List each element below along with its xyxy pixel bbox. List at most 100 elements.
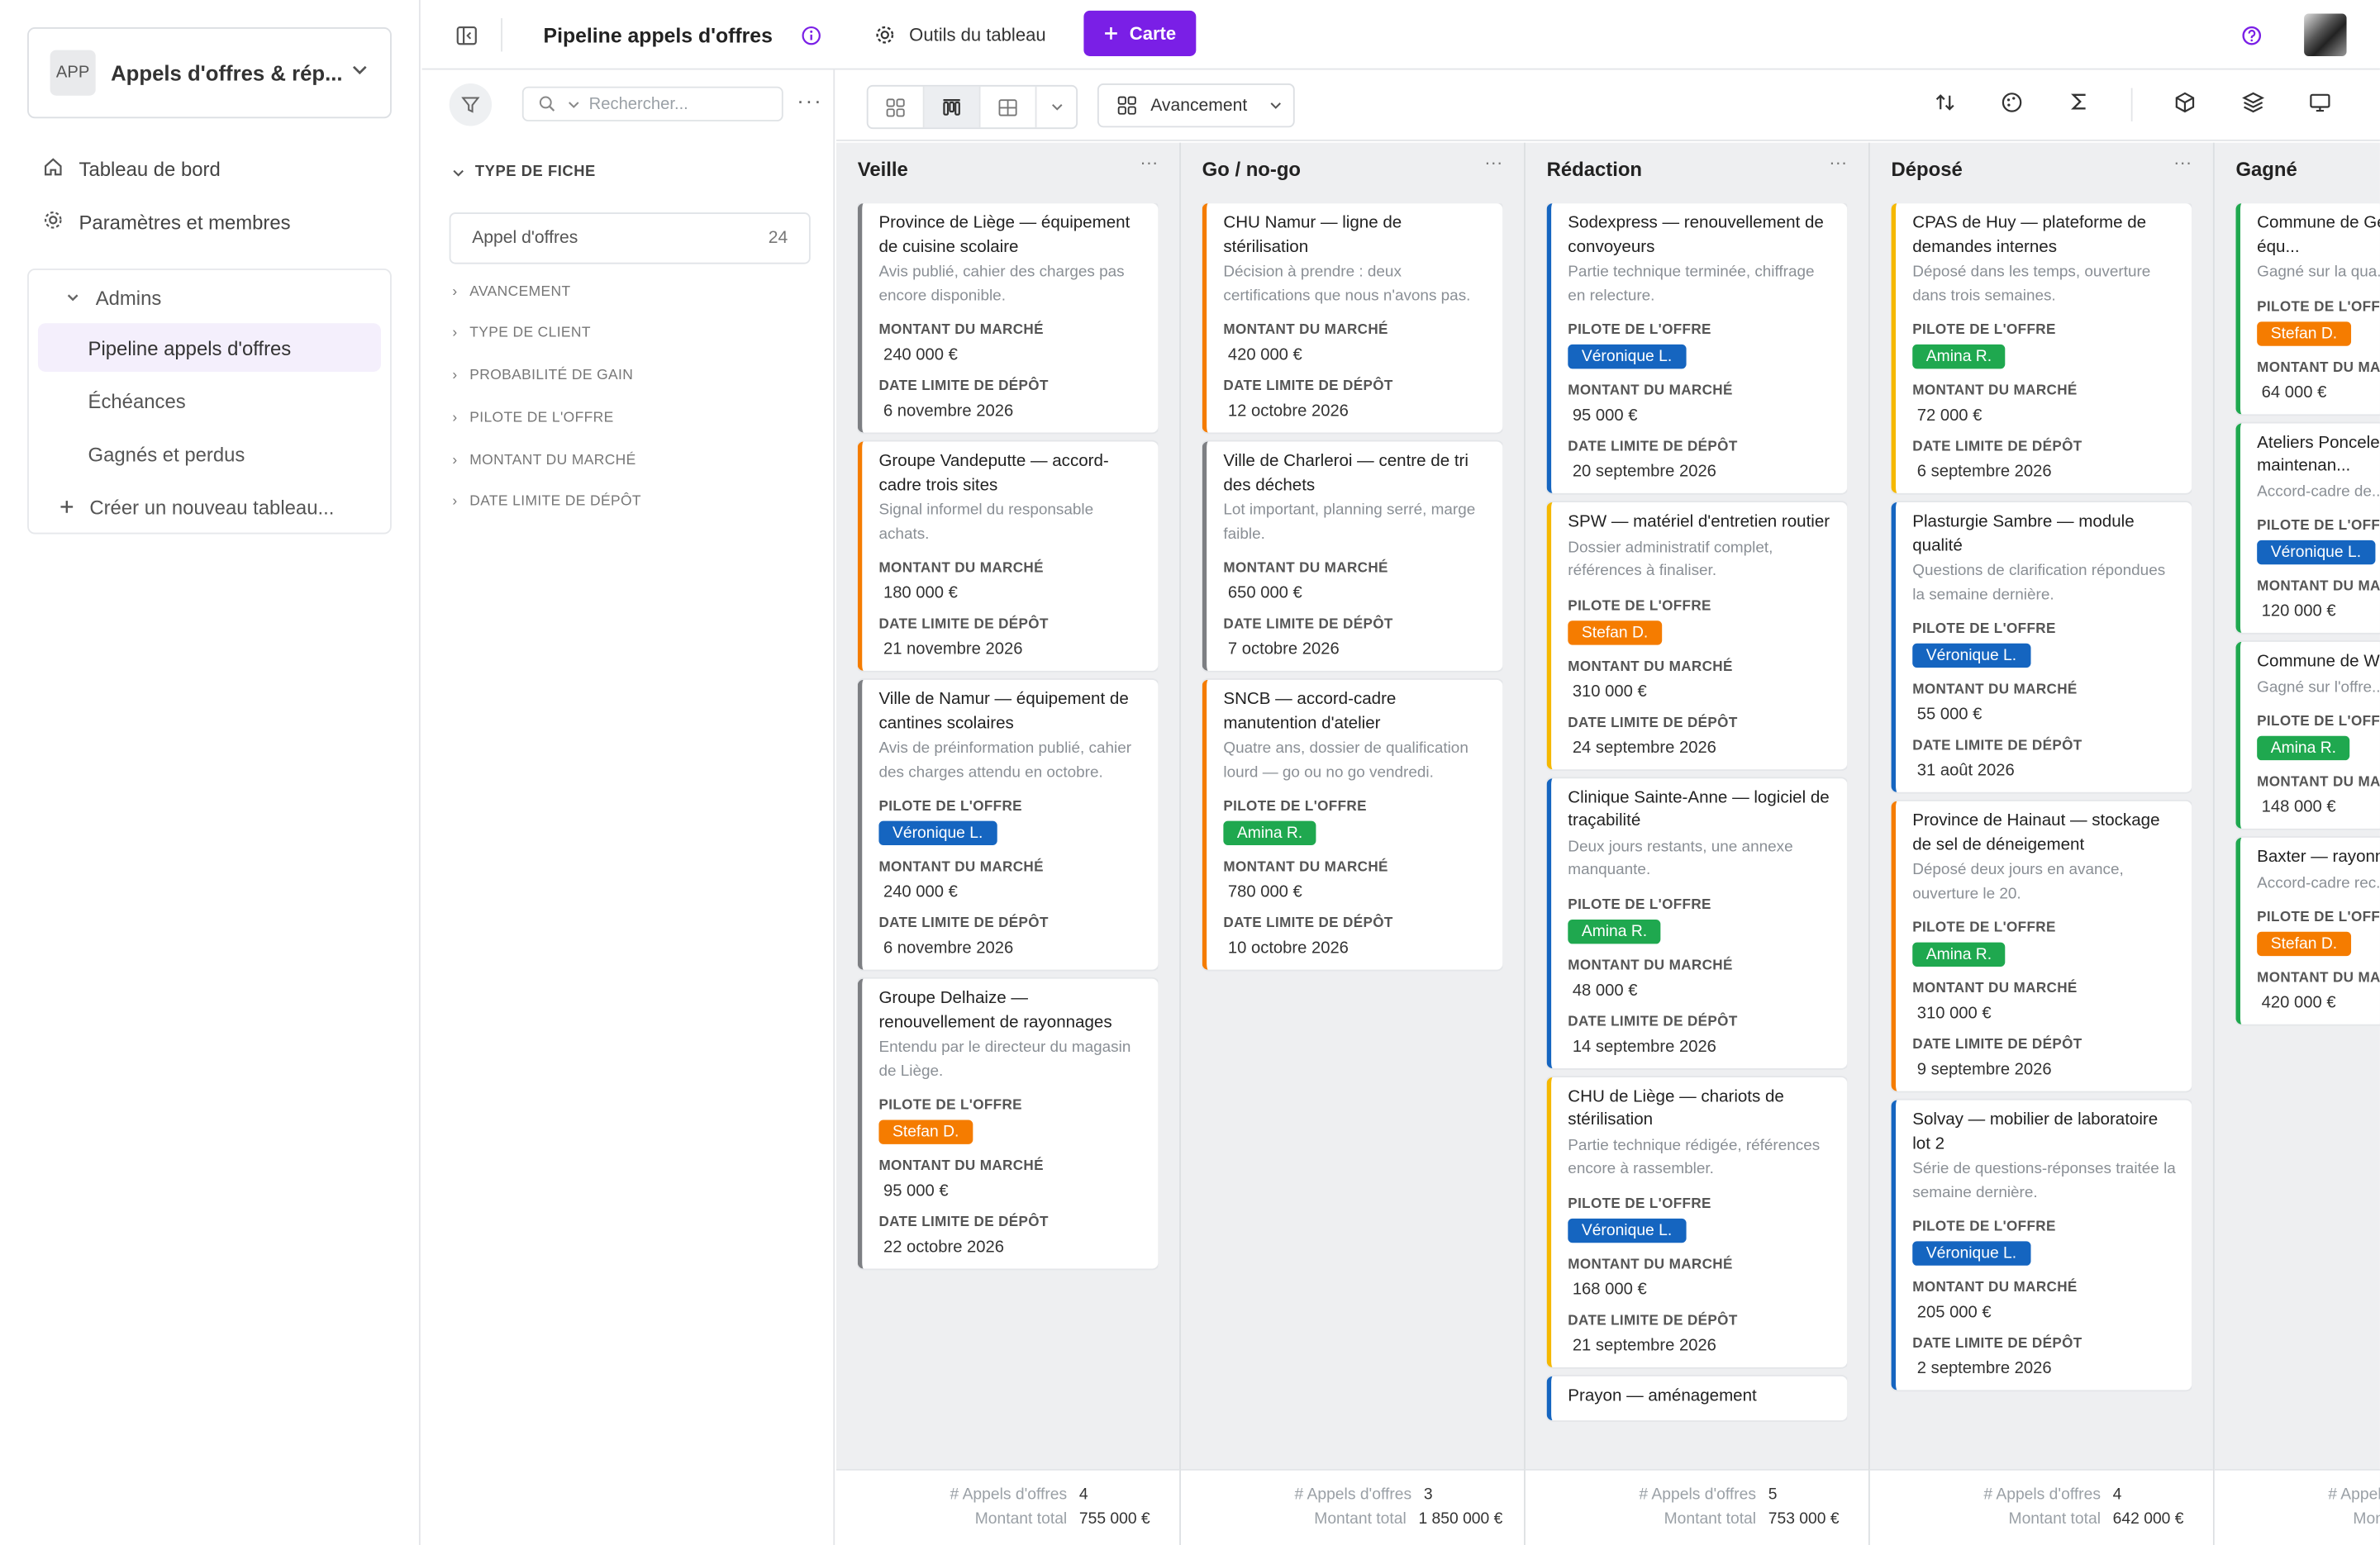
filter-group-avancement[interactable]: › AVANCEMENT	[452, 283, 570, 300]
card-description: Deux jours restants, une annexe manquant…	[1568, 838, 1793, 879]
kanban-card[interactable]: Province de Liège — équipement de cuisin…	[857, 203, 1159, 433]
field-label-deadline: DATE LIMITE DE DÉPÔT	[1223, 915, 1393, 930]
field-label-deadline: DATE LIMITE DE DÉPÔT	[1568, 1311, 1738, 1328]
view-table-icon[interactable]	[981, 86, 1037, 128]
cube-icon[interactable]	[2173, 91, 2197, 121]
kanban-card[interactable]: SPW — matériel d'entretien routier Dossie…	[1546, 502, 1848, 769]
nav-item-settings[interactable]: Paramètres et membres	[27, 199, 291, 245]
workspace-switcher[interactable]: APP Appels d'offres & rép...	[27, 27, 392, 119]
sort-icon[interactable]	[1934, 91, 1957, 121]
field-label-deadline: DATE LIMITE DE DÉPÔT	[1223, 378, 1393, 393]
pilot-chip[interactable]: Stefan D.	[2257, 931, 2351, 957]
column-menu-icon[interactable]: ···	[1140, 152, 1158, 174]
color-palette-icon[interactable]	[2001, 91, 2024, 121]
pilot-chip[interactable]: Amina R.	[1912, 344, 2006, 369]
top-header: Pipeline appels d'offres Outils du table…	[421, 0, 2380, 70]
footer-total-label: Montant total	[1664, 1509, 1757, 1528]
kanban-card[interactable]: Commune de Ge... registre des équ... Gagn…	[2235, 203, 2380, 414]
view-grid-icon[interactable]	[869, 86, 925, 128]
header-divider	[501, 18, 502, 52]
filter-button[interactable]	[449, 83, 493, 126]
board-item-pipeline[interactable]: Pipeline appels d'offres	[37, 323, 382, 372]
filter-group-pilote[interactable]: › PILOTE DE L'OFFRE	[452, 410, 613, 426]
footer-total-label: Montant total	[2008, 1509, 2101, 1528]
deadline-value: 10 octobre 2026	[1227, 939, 1349, 958]
search-input[interactable]: Rechercher...	[521, 86, 783, 121]
chevron-down-icon	[452, 166, 464, 178]
avatar[interactable]	[2304, 0, 2347, 69]
kanban-card[interactable]: SNCB — accord-cadre manutention d'atelie…	[1202, 679, 1503, 970]
column-menu-icon[interactable]: ···	[2173, 152, 2192, 174]
group-by-dropdown[interactable]: Avancement	[1097, 83, 1295, 128]
kanban-card[interactable]: CHU de Liège — chariots de stérilisation…	[1546, 1077, 1848, 1367]
filter-group-probabilite[interactable]: › PROBABILITÉ DE GAIN	[452, 367, 633, 383]
pilot-chip[interactable]: Stefan D.	[1568, 620, 1662, 644]
pilot-chip[interactable]: Véronique L.	[1912, 1241, 2030, 1266]
footer-total-value: 755 000 €	[1078, 1509, 1150, 1528]
pilot-chip-wrap: Véronique L.	[1912, 1234, 2177, 1266]
filter-group-type-client[interactable]: › TYPE DE CLIENT	[452, 325, 591, 341]
kanban-card[interactable]: CHU Namur — ligne de stérilisation Décisi…	[1202, 203, 1503, 433]
kanban-card[interactable]: Clinique Sainte-Anne — logiciel de traça…	[1546, 777, 1848, 1068]
chevron-down-icon[interactable]	[1036, 87, 1076, 128]
kanban-card[interactable]: Baxter — rayonn... blanche Accord-cadre r…	[2235, 837, 2380, 1024]
footer-count-value: 5	[1768, 1486, 1778, 1505]
pilot-chip[interactable]: Stefan D.	[878, 1120, 973, 1144]
pilot-chip[interactable]: Amina R.	[1223, 820, 1316, 846]
workspace-name: Appels d'offres & rép...	[111, 60, 343, 85]
card-title: Groupe Delhaize — renouvellement de rayo…	[878, 989, 1112, 1032]
filter-option-appel-offres[interactable]: Appel d'offres 24	[449, 212, 811, 264]
kanban-card[interactable]: Province de Hainaut — stockage de sel de…	[1891, 801, 2192, 1091]
toggle-sidebar-icon[interactable]	[455, 0, 478, 69]
deadline-value: 9 septembre 2026	[1916, 1060, 2052, 1079]
group-header-admins[interactable]: Admins	[38, 273, 381, 322]
view-kanban-icon[interactable]	[924, 86, 981, 128]
filter-section-title[interactable]: TYPE DE FICHE	[452, 164, 596, 181]
board-item-echeances[interactable]: Échéances	[38, 377, 381, 425]
pilot-chip[interactable]: Véronique L.	[2257, 540, 2375, 565]
kanban-card[interactable]: Solvay — mobilier de laboratoire lot 2 Sé…	[1891, 1100, 2192, 1390]
pilot-chip[interactable]: Amina R.	[2257, 735, 2350, 761]
column-menu-icon[interactable]: ···	[1484, 152, 1502, 174]
kanban-card[interactable]: Prayon — aménagement	[1546, 1375, 1848, 1421]
kanban-card[interactable]: Sodexpress — renouvellement de convoyeur…	[1546, 203, 1848, 493]
pilot-chip[interactable]: Véronique L.	[1912, 643, 2030, 668]
deadline-value: 7 octobre 2026	[1227, 640, 1340, 659]
filter-group-montant[interactable]: › MONTANT DU MARCHÉ	[452, 452, 635, 468]
pilot-chip[interactable]: Amina R.	[1912, 942, 2006, 967]
filter-group-date[interactable]: › DATE LIMITE DE DÉPÔT	[452, 493, 641, 510]
board-item-gagnes-perdus[interactable]: Gagnés et perdus	[38, 430, 381, 478]
pilot-chip[interactable]: Stefan D.	[2257, 321, 2351, 345]
board-toolbar: Avancement	[836, 69, 2380, 141]
info-icon[interactable]	[802, 0, 821, 69]
kanban-card[interactable]: Ateliers Poncele... cadre maintenan... Ac…	[2235, 422, 2380, 633]
kanban-card[interactable]: Groupe Delhaize — renouvellement de rayo…	[857, 978, 1159, 1269]
pilot-chip[interactable]: Amina R.	[1568, 919, 1661, 944]
nav-item-dashboard[interactable]: Tableau de bord	[27, 145, 221, 191]
layers-icon[interactable]	[2242, 91, 2265, 121]
field-label-amount: MONTANT DU MARCHÉ	[1223, 858, 1388, 874]
footer-count-label: # Appels d'offres	[2328, 1486, 2380, 1505]
pilot-chip[interactable]: Véronique L.	[878, 820, 997, 846]
new-card-button[interactable]: Carte	[1083, 10, 1197, 56]
board-tools-button[interactable]: Outils du tableau	[874, 0, 1046, 69]
column-menu-icon[interactable]: ···	[1829, 152, 1847, 174]
help-icon[interactable]	[2242, 0, 2262, 69]
kanban-card[interactable]: Commune de W... technique Gagné sur l'off…	[2235, 641, 2380, 829]
field-label-deadline: DATE LIMITE DE DÉPÔT	[1223, 616, 1393, 632]
create-board-button[interactable]: Créer un nouveau tableau...	[38, 483, 381, 531]
kanban-card[interactable]: Ville de Charleroi — centre de tri des d…	[1202, 441, 1503, 671]
kanban-card[interactable]: Plasturgie Sambre — module qualité Questi…	[1891, 502, 2192, 792]
kanban-card[interactable]: CPAS de Huy — plateforme de demandes int…	[1891, 203, 2192, 493]
pilot-chip[interactable]: Véronique L.	[1568, 344, 1686, 369]
sum-icon[interactable]	[2068, 91, 2090, 120]
kanban-card[interactable]: Groupe Vandeputte — accord-cadre trois s…	[857, 441, 1159, 671]
monitor-icon[interactable]	[2309, 91, 2332, 121]
footer-count-label: # Appels d'offres	[950, 1486, 1068, 1505]
more-options-icon[interactable]: ···	[797, 88, 822, 112]
kanban-card[interactable]: Ville de Namur — équipement de cantines …	[857, 679, 1159, 970]
field-label-amount: MONTANT DU MARCHÉ	[878, 1158, 1044, 1173]
card-title: Groupe Vandeputte — accord-cadre trois s…	[878, 452, 1109, 494]
chevron-right-icon: ›	[452, 492, 458, 511]
pilot-chip[interactable]: Véronique L.	[1568, 1217, 1686, 1243]
